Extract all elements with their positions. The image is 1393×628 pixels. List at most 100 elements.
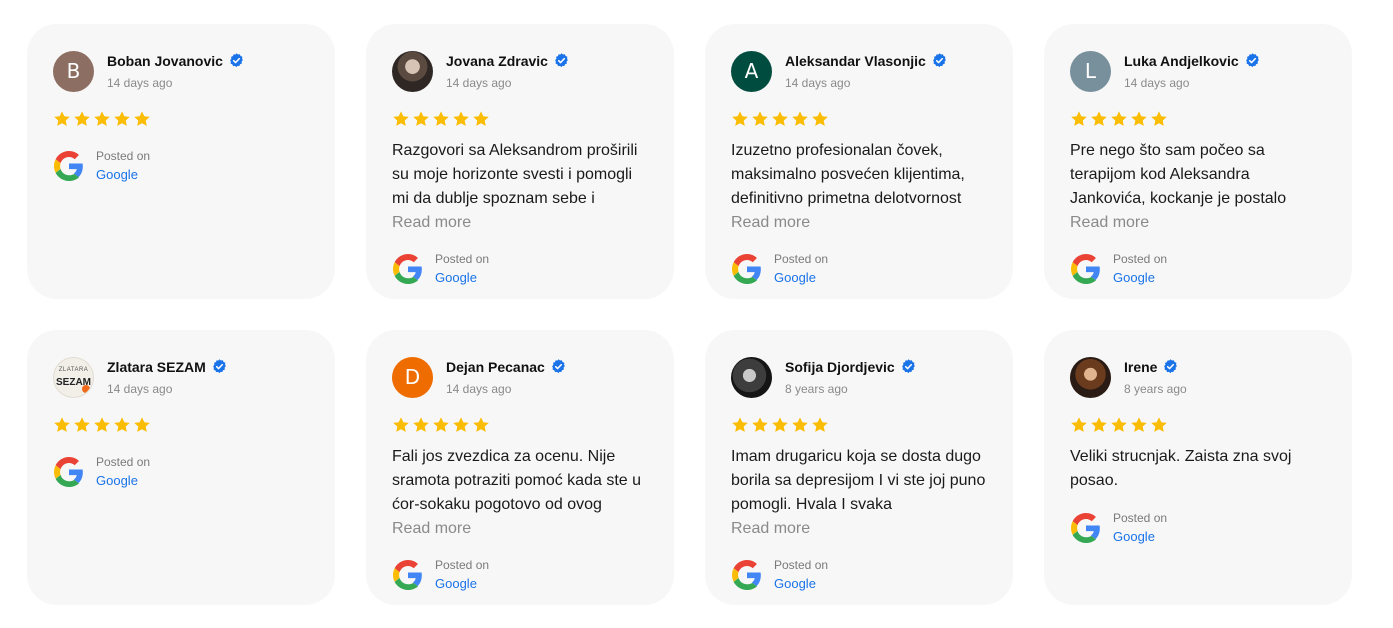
logo-dot (82, 384, 90, 393)
posted-label: Posted on (774, 252, 829, 266)
reviews-grid: B Boban Jovanovic 14 days ago Posted on … (27, 24, 1352, 605)
posted-source-link[interactable]: Google (1113, 270, 1167, 285)
review-header: Jovana Zdravic 14 days ago (392, 50, 648, 92)
posted-label: Posted on (1113, 252, 1168, 266)
avatar: ZLATARA SEZAM (53, 356, 94, 398)
name-row: Boban Jovanovic (107, 53, 244, 69)
review-card: D Dejan Pecanac 14 days ago Fali jos zve… (366, 330, 674, 605)
review-date: 14 days ago (107, 75, 173, 90)
review-date: 8 years ago (785, 381, 848, 396)
star-icon (1111, 417, 1127, 432)
reviewer-name[interactable]: Jovana Zdravic (446, 53, 548, 69)
star-rating (731, 416, 987, 436)
read-more-link[interactable]: Read more (731, 517, 987, 541)
verified-badge-icon (212, 359, 226, 374)
reviewer-name[interactable]: Aleksandar Vlasonjic (785, 53, 926, 69)
review-text: Izuzetno profesionalan čovek, maksimalno… (731, 142, 965, 207)
read-more-link[interactable]: Read more (731, 211, 987, 235)
read-more-link[interactable]: Read more (1070, 211, 1326, 235)
avatar: B (53, 50, 94, 92)
posted-on: Posted on Google (392, 252, 648, 285)
review-text: Pre nego što sam počeo sa terapijom kod … (1070, 142, 1287, 207)
star-icon (94, 417, 110, 432)
posted-on: Posted on Google (53, 455, 309, 488)
posted-source-link[interactable]: Google (774, 270, 828, 285)
verified-badge-icon (551, 359, 565, 374)
logo-top-text: ZLATARA (58, 366, 89, 373)
google-icon (54, 150, 83, 181)
google-icon (1071, 512, 1100, 543)
avatar-letter: D (404, 365, 421, 389)
star-icon (134, 417, 150, 432)
review-date: 14 days ago (446, 75, 512, 90)
posted-meta: Posted on Google (774, 252, 828, 285)
star-rating (53, 110, 309, 130)
posted-meta: Posted on Google (774, 558, 828, 591)
reviewer-name[interactable]: Boban Jovanovic (107, 53, 223, 69)
avatar-letter: A (744, 59, 759, 83)
posted-source-link[interactable]: Google (435, 270, 489, 285)
star-icon (792, 417, 808, 432)
posted-on: Posted on Google (731, 558, 987, 591)
star-icon (54, 417, 70, 432)
posted-source-link[interactable]: Google (96, 473, 150, 488)
star-icon (413, 111, 429, 126)
star-icon (74, 417, 90, 432)
star-icon (792, 111, 808, 126)
verified-badge-icon (901, 359, 915, 374)
reviewer-meta: Irene 8 years ago (1124, 359, 1187, 396)
name-row: Zlatara SEZAM (107, 359, 227, 375)
posted-source-link[interactable]: Google (96, 167, 150, 182)
star-icon (453, 111, 469, 126)
star-icon (393, 417, 409, 432)
star-icon (1131, 111, 1147, 126)
review-text: Imam drugaricu koja se dosta dugo borila… (731, 448, 986, 513)
review-date: 14 days ago (1124, 75, 1190, 90)
star-icon (473, 417, 489, 432)
posted-meta: Posted on Google (435, 558, 489, 591)
reviewer-name[interactable]: Luka Andjelkovic (1124, 53, 1239, 69)
posted-source-link[interactable]: Google (1113, 529, 1167, 544)
review-card: ZLATARA SEZAM Zlatara SEZAM 14 days ago … (27, 330, 335, 605)
review-date: 8 years ago (1124, 381, 1187, 396)
star-icon (1151, 111, 1167, 126)
avatar (731, 356, 772, 398)
name-row: Irene (1124, 359, 1187, 375)
avatar (1070, 356, 1111, 398)
posted-on: Posted on Google (1070, 511, 1326, 544)
avatar: D (392, 356, 433, 398)
read-more-link[interactable]: Read more (392, 211, 648, 235)
star-rating (53, 416, 309, 436)
star-rating (1070, 110, 1326, 130)
review-card: Jovana Zdravic 14 days ago Razgovori sa … (366, 24, 674, 299)
review-text: Veliki strucnjak. Zaista zna svoj posao. (1070, 448, 1292, 489)
name-row: Luka Andjelkovic (1124, 53, 1260, 69)
verified-badge-icon (1245, 53, 1259, 68)
name-row: Aleksandar Vlasonjic (785, 53, 947, 69)
posted-on: Posted on Google (731, 252, 987, 285)
review-header: ZLATARA SEZAM Zlatara SEZAM 14 days ago (53, 356, 309, 398)
star-icon (1071, 111, 1087, 126)
posted-source-link[interactable]: Google (774, 576, 828, 591)
google-icon (393, 559, 422, 590)
verified-badge-icon (555, 53, 568, 68)
star-icon (453, 417, 469, 432)
reviewer-name[interactable]: Zlatara SEZAM (107, 359, 206, 375)
reviewer-meta: Aleksandar Vlasonjic 14 days ago (785, 53, 947, 90)
reviewer-name[interactable]: Irene (1124, 359, 1157, 375)
review-text: Razgovori sa Aleksandrom proširili su mo… (392, 142, 638, 207)
star-icon (812, 417, 828, 432)
posted-meta: Posted on Google (96, 149, 150, 182)
reviewer-name[interactable]: Dejan Pecanac (446, 359, 545, 375)
reviewer-name[interactable]: Sofija Djordjevic (785, 359, 895, 375)
posted-source-link[interactable]: Google (435, 576, 489, 591)
review-header: B Boban Jovanovic 14 days ago (53, 50, 309, 92)
star-rating (392, 416, 648, 436)
review-header: A Aleksandar Vlasonjic 14 days ago (731, 50, 987, 92)
read-more-link[interactable]: Read more (392, 517, 648, 541)
posted-on: Posted on Google (1070, 252, 1326, 285)
google-icon (393, 253, 422, 284)
avatar: A (731, 50, 772, 92)
star-icon (74, 111, 90, 126)
review-date: 14 days ago (446, 381, 512, 396)
